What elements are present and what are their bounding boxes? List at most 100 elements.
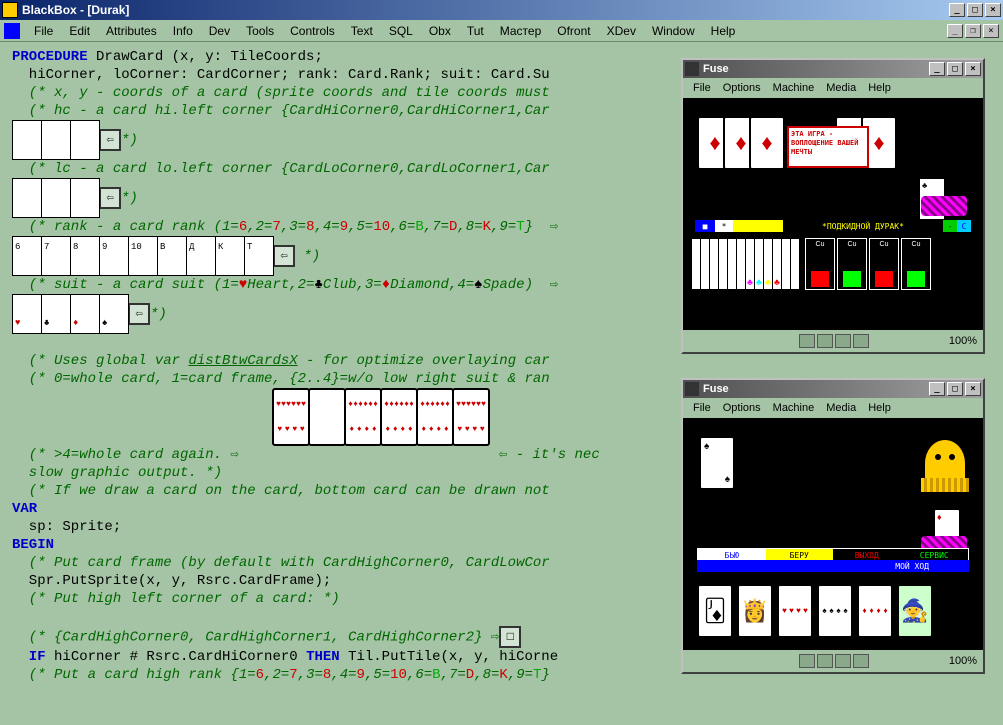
arrow-icon: ⇦ [273,245,295,267]
fuse1-menu-machine[interactable]: Machine [767,81,821,95]
fuse-window-1[interactable]: Fuse _ □ × File Options Machine Media He… [681,58,985,354]
fuse2-minimize-button[interactable]: _ [929,382,945,396]
tape-icon [799,334,815,348]
fuse2-screen: ♠♠ ♦ БЬЮ БЕРУ ВЫХОД СЕРВИС МОЙ ХОД 🃋 👸 ♥… [685,420,981,648]
fuse1-status: ■ * *ПОДКИДНОЙ ДУРАК* - С [695,220,971,232]
wizard-base [921,478,969,492]
maximize-button[interactable]: □ [967,3,983,17]
card-hearts[interactable]: ♥♥♥♥ [777,584,813,638]
fuse1-menu-media[interactable]: Media [820,81,862,95]
fuse1-minimize-button[interactable]: _ [929,62,945,76]
fuse1-close-button[interactable]: × [965,62,981,76]
comment-hc: (* hc - a card hi.left corner {CardHiCor… [12,103,550,119]
rank-t: T [516,219,524,235]
mdi-minimize-button[interactable]: _ [947,24,963,38]
menu-attributes[interactable]: Attributes [98,22,165,40]
mdi-close-button[interactable]: × [983,24,999,38]
comment-gt4: (* >4=whole card again. ⇨ [12,447,239,463]
casette-icon [853,654,869,668]
menu-text[interactable]: Text [343,22,381,40]
rank-9: 9 [340,219,348,235]
fuse-window-2[interactable]: Fuse _ □ × File Options Machine Media He… [681,378,985,674]
menu-obx[interactable]: Obx [421,22,459,40]
fuse2-action-menu: БЬЮ БЕРУ ВЫХОД СЕРВИС [697,548,969,560]
rank-6: 6 [239,219,247,235]
menu-window[interactable]: Window [644,22,703,40]
game-name: *ПОДКИДНОЙ ДУРАК* [783,220,943,232]
card-king[interactable]: 🧙 [897,584,933,638]
fuse1-menu-file[interactable]: File [687,81,717,95]
mdi-restore-button[interactable]: ❐ [965,24,981,38]
menu-tools[interactable]: Tools [238,22,282,40]
window-title: BlackBox - [Durak] [22,3,949,17]
fuse2-maximize-button[interactable]: □ [947,382,963,396]
menu-edit[interactable]: Edit [61,22,98,40]
rank-b: B [415,219,423,235]
fuse1-banner: ЭТА ИГРА - ВОПЛОЩЕНИЕ ВАШЕЙ МЕЧТЫ [787,126,869,168]
fuse2-menu-media[interactable]: Media [820,401,862,415]
signature2: hiCorner, loCorner: CardCorner; rank: Ca… [12,67,550,83]
menu-controls[interactable]: Controls [282,22,343,40]
arrow-icon: ⇦ [128,303,150,325]
keyword-procedure: PROCEDURE [12,49,88,65]
mdi-icon[interactable] [4,23,20,39]
menu-ofront[interactable]: Ofront [549,22,598,40]
card-spades[interactable]: ♠♠♠♠ [817,584,853,638]
fuse2-menu-file[interactable]: File [687,401,717,415]
comment-close: *) [121,191,138,207]
diamond-icon: ♦ [382,277,390,293]
menu-file[interactable]: File [26,22,61,40]
rank-10: 10 [373,219,390,235]
menu-info[interactable]: Info [165,22,201,40]
comment-ifdraw: (* If we draw a card on the card, bottom… [12,483,550,499]
keyword-if: IF [12,649,46,665]
comment-puthl: (* Put high left corner of a card: *) [12,591,340,607]
fuse1-menu-options[interactable]: Options [717,81,767,95]
comment-0whole: (* 0=whole card, 1=card frame, {2..4}=w/… [12,371,550,387]
fuse1-screen: ♦ ♦ ♦ ♦ ♦ ЭТА ИГРА - ВОПЛОЩЕНИЕ ВАШЕЙ МЕ… [685,100,981,328]
arrow-icon: □ [499,626,521,648]
heart-icon: ♥ [239,277,247,293]
disk-icon [817,654,833,668]
menu-xdev[interactable]: XDev [599,22,644,40]
menu-master[interactable]: Мастер [492,22,550,40]
comment-putframe: (* Put card frame (by default with CardH… [12,555,550,571]
fuse1-maximize-button[interactable]: □ [947,62,963,76]
player-card-cu: Cu [837,238,867,290]
menu-dev[interactable]: Dev [201,22,238,40]
comment-xy: (* x, y - coords of a card (sprite coord… [12,85,550,101]
fuse2-titlebar[interactable]: Fuse _ □ × [683,380,983,398]
minimize-button[interactable]: _ [949,3,965,17]
menu-sql[interactable]: SQL [381,22,421,40]
menu-help[interactable]: Help [703,22,744,40]
fuse2-statusbar: 100% [683,650,983,672]
fuse2-zoom: 100% [949,655,977,667]
fuse2-menu-help[interactable]: Help [862,401,897,415]
fuse1-menu-help[interactable]: Help [862,81,897,95]
arrow-icon: ⇦ [99,129,121,151]
card-diamonds[interactable]: ♦♦♦♦ [857,584,893,638]
player-card-cu: Cu [901,238,931,290]
var-distBtwCardsX: distBtwCardsX [188,353,297,369]
fuse1-title: Fuse [703,63,929,75]
keyword-begin: BEGIN [12,537,54,553]
var-sp: sp: Sprite; [12,519,121,535]
fuse2-hand: 🃋 👸 ♥♥♥♥ ♠♠♠♠ ♦♦♦♦ 🧙 [697,584,933,638]
fuse2-menu-options[interactable]: Options [717,401,767,415]
mouse-icon [835,334,851,348]
fuse2-turn-indicator: МОЙ ХОД [697,560,969,572]
window-buttons: _ □ × [949,3,1001,17]
menu-tut[interactable]: Tut [459,22,492,40]
card-strip-suits: ♥♣♦♠ [12,294,128,334]
main-menu: File Edit Attributes Info Dev Tools Cont… [0,20,1003,42]
fuse1-hand: ♣ ♣ ♣ ♣ ♣ ♣ Cu Cu Cu Cu [691,238,933,290]
card-queen[interactable]: 👸 [737,584,773,638]
fuse2-menu-machine[interactable]: Machine [767,401,821,415]
fuse1-titlebar[interactable]: Fuse _ □ × [683,60,983,78]
card-strip-corners-hi [12,120,99,160]
stmt-putsprite: Spr.PutSprite(x, y, Rsrc.CardFrame); [12,573,331,589]
fuse2-menu: File Options Machine Media Help [683,398,983,418]
card-jack[interactable]: 🃋 [697,584,733,638]
close-button[interactable]: × [985,3,1001,17]
fuse2-close-button[interactable]: × [965,382,981,396]
